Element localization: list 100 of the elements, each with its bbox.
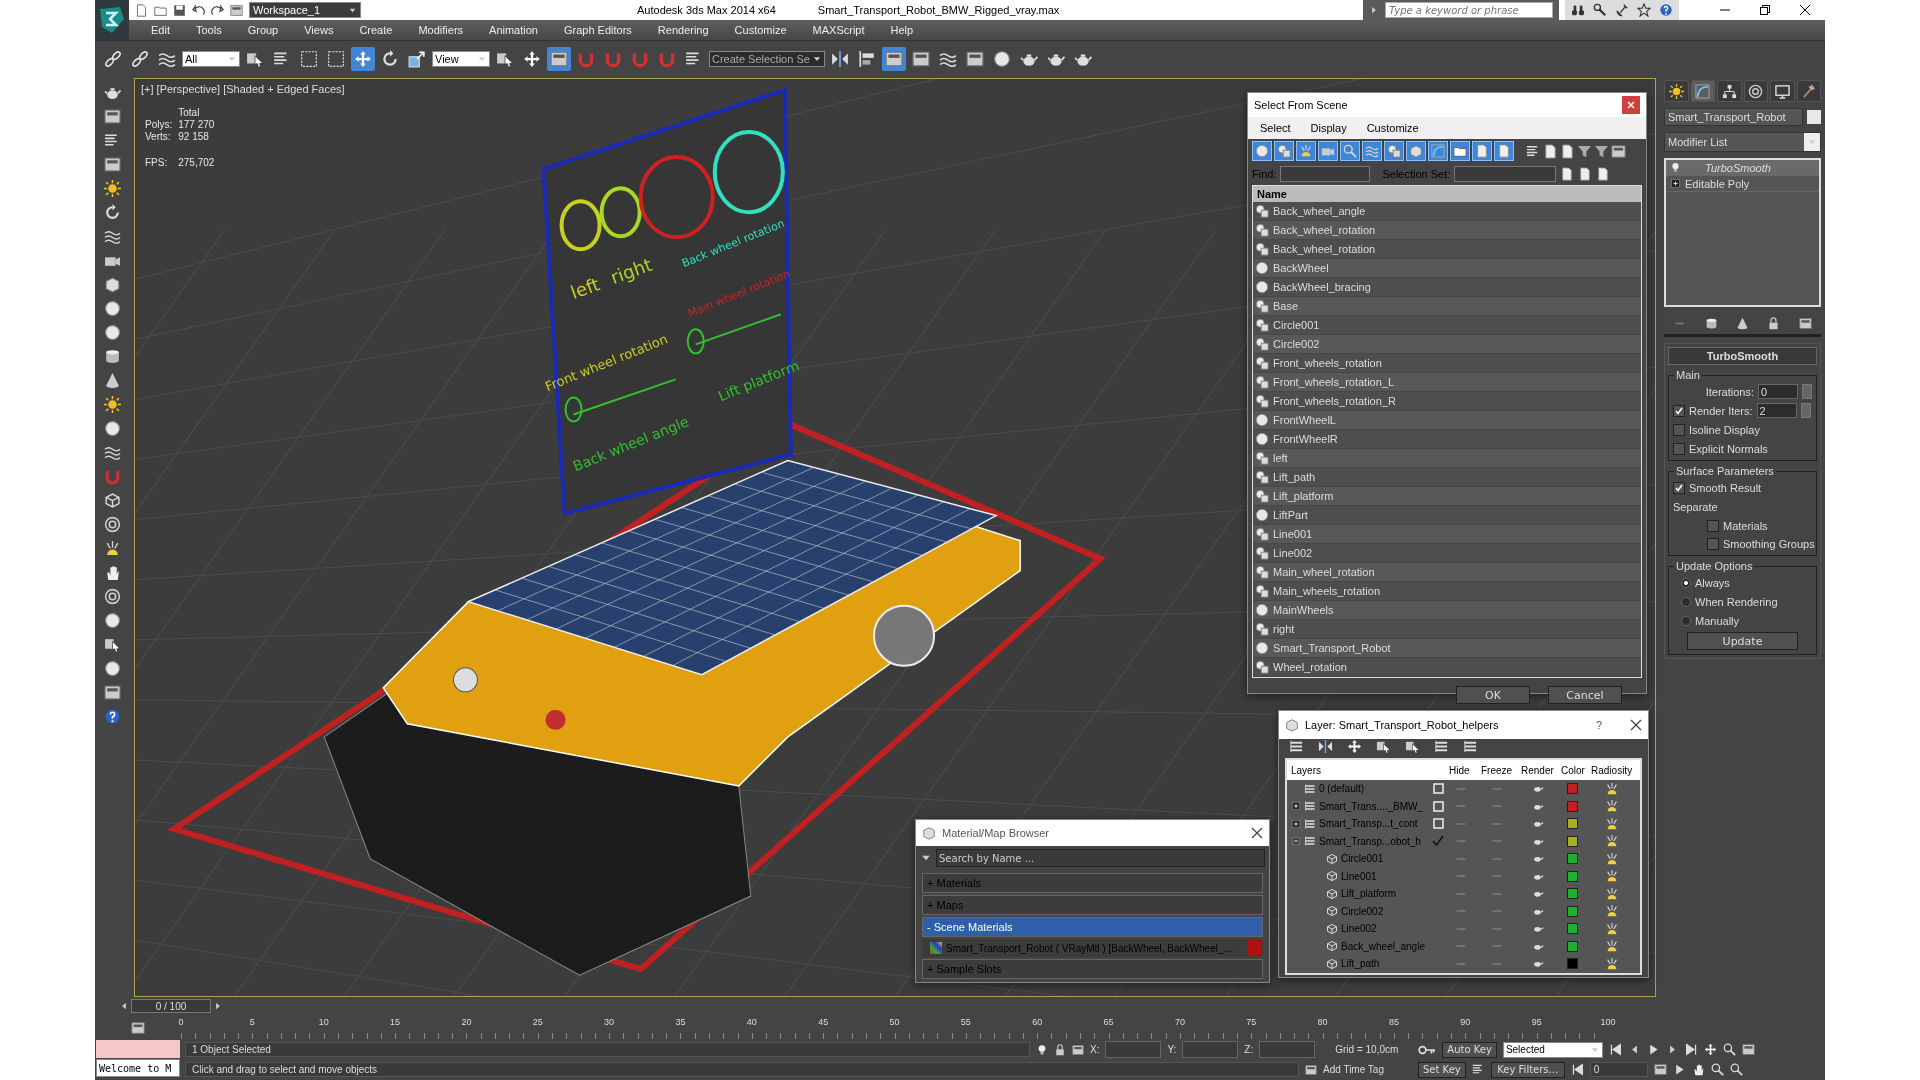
collapse-icon[interactable] (1291, 836, 1301, 847)
menu-item[interactable]: Select (1260, 122, 1291, 134)
column-header[interactable]: Hide (1445, 764, 1477, 776)
magnifier-icon[interactable] (1710, 1063, 1724, 1076)
scene-object-row[interactable]: Lift_path (1253, 468, 1641, 487)
color-swatch[interactable] (1566, 940, 1578, 952)
move-icon[interactable] (1703, 1043, 1717, 1056)
chain-link-icon[interactable] (131, 49, 149, 68)
scene-object-row[interactable]: Line002 (1253, 544, 1641, 563)
menu-item[interactable]: Display (1310, 122, 1347, 134)
color-swatch[interactable] (1566, 958, 1578, 970)
light-fan-icon[interactable] (1605, 869, 1619, 884)
column-header[interactable]: Name (1253, 186, 1641, 202)
skip-forward-icon[interactable] (1684, 1043, 1698, 1056)
sphere-icon[interactable] (104, 324, 121, 341)
help-icon[interactable] (104, 708, 121, 725)
sphere-icon[interactable] (104, 612, 121, 629)
redo-icon[interactable] (211, 3, 224, 17)
close-icon[interactable] (1800, 5, 1810, 15)
light-fan-icon[interactable] (1605, 921, 1619, 936)
filter-icon[interactable] (1577, 143, 1592, 159)
set-key-button[interactable]: Set Key (1417, 1061, 1466, 1078)
menu-item[interactable]: Customize (734, 24, 787, 36)
document-icon[interactable] (1560, 143, 1575, 159)
checkbox[interactable] (1673, 404, 1685, 417)
select-cursor-icon[interactable] (1405, 739, 1420, 754)
light-fan-icon[interactable] (1605, 799, 1619, 814)
window-icon[interactable] (1305, 1063, 1317, 1076)
scene-object-row[interactable]: Front_wheels_rotation (1253, 354, 1641, 373)
help-button[interactable]: ? (1595, 719, 1602, 731)
skip-back-icon[interactable] (1608, 1043, 1622, 1056)
lock-icon[interactable] (1054, 1043, 1066, 1056)
rotate-icon[interactable] (381, 49, 399, 68)
key-filters-button[interactable]: Key Filters... (1490, 1061, 1565, 1078)
window-icon[interactable] (1798, 317, 1812, 330)
mirror-icon[interactable] (830, 49, 849, 68)
color-swatch[interactable] (1566, 783, 1578, 795)
magnifier-icon[interactable] (1729, 1063, 1743, 1076)
key-mode-dropdown[interactable]: Selected (1502, 1041, 1603, 1058)
color-swatch[interactable] (1566, 870, 1578, 882)
layer-box-icon[interactable] (1432, 800, 1444, 812)
layer-stack-icon[interactable] (1463, 739, 1478, 754)
window-icon[interactable] (131, 1021, 145, 1035)
menu-item[interactable]: Tools (195, 24, 222, 36)
category-header[interactable]: - Scene Materials (922, 917, 1263, 937)
scene-object-row[interactable]: Lift_platform (1253, 487, 1641, 506)
layer-stack-icon[interactable] (1289, 739, 1304, 754)
sphere-icon[interactable] (104, 300, 121, 317)
color-swatch[interactable] (1566, 800, 1578, 812)
window-icon[interactable] (104, 108, 121, 125)
skip-back-icon[interactable] (1570, 1063, 1584, 1076)
sphere-icon[interactable] (104, 660, 121, 677)
color-swatch[interactable] (1566, 923, 1578, 935)
window-icon[interactable] (1741, 1043, 1755, 1056)
modifier-list-dropdown[interactable]: Modifier List (1664, 132, 1821, 152)
scene-object-row[interactable]: Main_wheel_rotation (1253, 563, 1641, 582)
checkbox[interactable] (1673, 442, 1685, 455)
scene-object-row[interactable]: Back_wheel_rotation (1253, 240, 1641, 259)
cylinder-icon[interactable] (1704, 317, 1718, 330)
filter-icon[interactable] (1594, 143, 1609, 159)
expand-icon[interactable] (1291, 801, 1301, 812)
dropdown[interactable]: View (432, 50, 490, 67)
color-swatch[interactable] (1566, 888, 1578, 900)
panel-tab[interactable] (1770, 80, 1795, 102)
search-field[interactable]: Search by Name ... (936, 849, 1265, 867)
coordinate-field[interactable] (1182, 1041, 1239, 1058)
rotate-icon[interactable] (104, 204, 121, 221)
ok-button[interactable]: OK (1456, 686, 1530, 704)
scene-object-row[interactable]: BackWheel_bracing (1253, 278, 1641, 297)
menu-item[interactable]: Help (890, 24, 914, 36)
stack-item[interactable]: TurboSmooth (1666, 160, 1819, 176)
stack-item[interactable]: Editable Poly (1666, 176, 1819, 192)
object-name-field[interactable]: Smart_Transport_Robot (1664, 108, 1803, 126)
light-fan-icon[interactable] (1605, 886, 1619, 901)
radio-button[interactable] (1681, 596, 1691, 607)
hand-icon[interactable] (104, 564, 121, 581)
cone-icon[interactable] (104, 372, 121, 389)
light-fan-icon[interactable] (104, 540, 121, 557)
close-icon[interactable] (1251, 827, 1263, 839)
viewport-label[interactable]: [+] [Perspective] [Shaded + Edged Faces] (141, 83, 345, 95)
panel-tab[interactable] (1796, 80, 1821, 102)
mirror-icon[interactable] (1318, 739, 1333, 754)
sun-icon[interactable] (104, 396, 121, 413)
light-bulb-icon[interactable] (1670, 162, 1681, 173)
scene-object-row[interactable]: Front_wheels_rotation_L (1253, 373, 1641, 392)
window-icon[interactable] (230, 3, 243, 17)
sphere-icon[interactable] (104, 420, 121, 437)
checkbox[interactable] (1707, 519, 1719, 532)
star-icon[interactable] (1637, 3, 1651, 17)
close-icon[interactable] (1630, 719, 1642, 731)
select-cursor-icon[interactable] (104, 636, 121, 653)
panel-tab[interactable] (1743, 80, 1768, 102)
workspace-dropdown[interactable]: Workspace_1 (249, 2, 361, 18)
cancel-button[interactable]: Cancel (1548, 686, 1622, 704)
scene-object-row[interactable]: Line001 (1253, 525, 1641, 544)
move-icon[interactable] (523, 49, 541, 68)
scene-object-row[interactable]: Back_wheel_angle (1253, 202, 1641, 221)
find-field[interactable] (1280, 166, 1371, 182)
add-time-tag[interactable]: Add Time Tag (1323, 1064, 1384, 1075)
light-fan-icon[interactable] (1605, 834, 1619, 849)
